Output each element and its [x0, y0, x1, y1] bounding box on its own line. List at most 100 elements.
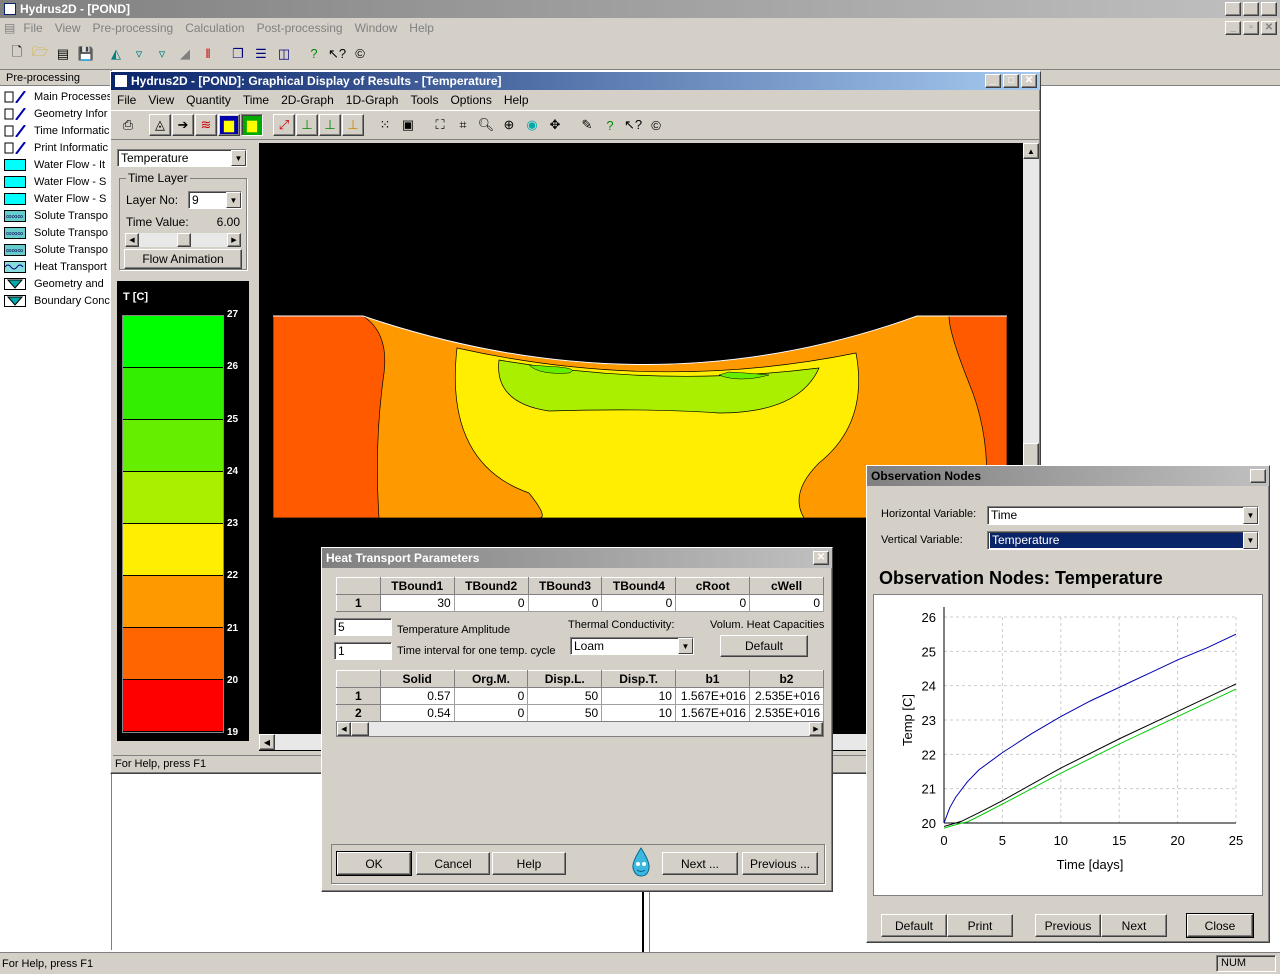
thermal-conductivity-select[interactable]: Loam ▼ [570, 637, 694, 655]
copyright-icon[interactable]: © [349, 43, 371, 65]
grid-points-icon[interactable]: ⁙ [374, 114, 396, 136]
table-cell[interactable]: 30 [379, 594, 455, 612]
default-button[interactable]: Default [720, 635, 808, 657]
obs-print-button[interactable]: Print [947, 914, 1013, 937]
sidebar-item[interactable]: Heat Transport [0, 258, 111, 275]
ok-button[interactable]: OK [336, 851, 412, 876]
sidebar-item[interactable]: Boundary Conc [0, 292, 111, 309]
graph-help-icon[interactable]: ? [599, 114, 621, 136]
cross-section-icon[interactable]: ⤢ [273, 114, 295, 136]
graph-menu-time[interactable]: Time [237, 93, 275, 107]
sidebar-item[interactable]: ∞∞∞ Solute Transpo [0, 241, 111, 258]
sidebar-item[interactable]: Geometry Infor [0, 105, 111, 122]
obs-close-dialog-button[interactable]: Close [1186, 913, 1254, 938]
menu-postprocessing[interactable]: Post-processing [251, 21, 349, 35]
graph-menu-1dgraph[interactable]: 1D-Graph [340, 93, 405, 107]
tbound-table[interactable]: TBound1 TBound2 TBound3 TBound4 cRoot cWell 1 3… [336, 577, 824, 612]
scroll-up-arrow-icon[interactable]: ▲ [1023, 143, 1039, 159]
pan-icon[interactable]: ✥ [544, 114, 566, 136]
zoom-out-icon[interactable]: ⊕ [498, 114, 520, 136]
layer-no-select[interactable]: 9 ▼ [188, 191, 242, 209]
material-table[interactable]: Solid Org.M. Disp.L. Disp.T. b1 b2 1 0.57 0 50 10 1… [336, 670, 825, 722]
graph-menu-options[interactable]: Options [444, 93, 497, 107]
zoom-circle-icon[interactable]: ◉ [521, 114, 543, 136]
table-cell[interactable]: 0 [601, 594, 677, 612]
cancel-button[interactable]: Cancel [416, 852, 490, 875]
graph-maximize-button[interactable]: □ [1003, 74, 1019, 88]
obs-next-button[interactable]: Next [1101, 914, 1167, 937]
table-cell[interactable]: 10 [601, 704, 676, 722]
sidebar-item[interactable]: Water Flow - S [0, 190, 111, 207]
slider-right-arrow-icon[interactable]: ▶ [227, 233, 241, 247]
obs-previous-button[interactable]: Previous [1035, 914, 1101, 937]
isolines-icon[interactable]: ≋ [195, 114, 217, 136]
menu-calculation[interactable]: Calculation [179, 21, 250, 35]
table-cell[interactable]: 1.567E+016 [674, 704, 750, 722]
arrow-display-icon[interactable]: ➔ [172, 114, 194, 136]
table-cell[interactable]: 50 [527, 704, 603, 722]
minimize-button[interactable]: _ [1225, 2, 1241, 16]
tile-vertical-icon[interactable]: ◫ [273, 43, 295, 65]
project-manager-icon[interactable]: ▤ [52, 43, 74, 65]
frame-icon[interactable]: ▣ [397, 114, 419, 136]
previous-button[interactable]: Previous ... [742, 852, 818, 875]
help-button[interactable]: Help [492, 852, 566, 875]
edit-pencil-icon[interactable]: ✎ [576, 114, 598, 136]
obs-close-button[interactable]: ✕ [1250, 469, 1266, 483]
table-cell[interactable]: 0.54 [379, 704, 455, 722]
sidebar-item[interactable]: Main Processes [0, 88, 111, 105]
zoom-in-icon[interactable]: 🔍︎ [475, 114, 497, 136]
context-help-icon[interactable]: ↖? [326, 43, 348, 65]
menu-file[interactable]: File [17, 21, 48, 35]
thermal-chevron-down-icon[interactable]: ▼ [678, 638, 693, 654]
menu-help[interactable]: Help [403, 21, 440, 35]
table-cell[interactable]: 50 [527, 687, 603, 705]
table-cell[interactable]: 2.535E+016 [748, 687, 825, 705]
table-cell[interactable]: 0 [527, 594, 603, 612]
graph-minimize-button[interactable]: _ [985, 74, 1001, 88]
table-cell[interactable]: 0 [675, 594, 751, 612]
table-cell[interactable]: 0.57 [379, 687, 455, 705]
hvar-chevron-down-icon[interactable]: ▼ [1243, 507, 1258, 524]
chevron-down-icon[interactable]: ▼ [231, 150, 246, 166]
graph-menu-2dgraph[interactable]: 2D-Graph [275, 93, 340, 107]
sidebar-item[interactable]: Print Informatic [0, 139, 111, 156]
zoom-fit-icon[interactable]: ⛶ [429, 114, 451, 136]
menu-view[interactable]: View [49, 21, 87, 35]
interval-input[interactable]: 1 [334, 642, 392, 660]
mat-scroll-right-icon[interactable]: ▶ [809, 722, 823, 736]
graph-copyright-icon[interactable]: © [645, 114, 667, 136]
graph-menu-view[interactable]: View [142, 93, 180, 107]
cascade-icon[interactable]: ❐ [227, 43, 249, 65]
color-spectrum-icon[interactable]: ▆ [218, 114, 240, 136]
sidebar-item[interactable]: Time Informatic [0, 122, 111, 139]
child-minimize-button[interactable]: _ [1225, 21, 1241, 35]
help-icon[interactable]: ? [303, 43, 325, 65]
heat-dialog-close-button[interactable]: ✕ [813, 551, 829, 565]
next-button[interactable]: Next ... [662, 852, 738, 875]
mat-scroll-thumb[interactable] [351, 722, 369, 736]
restore-button[interactable]: ▫ [1243, 2, 1259, 16]
boundary-tool-icon[interactable]: ▿ [151, 43, 173, 65]
geometry-tool-icon[interactable]: ◭ [105, 43, 127, 65]
hvar-select[interactable]: Time ▼ [987, 506, 1259, 525]
contour-fill-icon[interactable]: ▆ [241, 114, 263, 136]
slider-thumb[interactable] [177, 233, 191, 247]
mesh-tool-icon[interactable]: ◢ [174, 43, 196, 65]
obs-default-button[interactable]: Default [881, 914, 947, 937]
material-tool-icon[interactable]: ‖ [197, 43, 219, 65]
material-table-hscroll[interactable]: ◀ ▶ [336, 721, 824, 737]
flow-animation-button[interactable]: Flow Animation [124, 249, 242, 269]
layer-chevron-down-icon[interactable]: ▼ [226, 192, 241, 208]
graph-context-help-icon[interactable]: ↖? [622, 114, 644, 136]
table-cell[interactable]: 0 [453, 704, 529, 722]
open-folder-icon[interactable]: 🗁 [29, 43, 51, 65]
print-icon[interactable]: ⎙ [117, 114, 139, 136]
obs-node-graph-icon[interactable]: ⊥ [319, 114, 341, 136]
time-slider[interactable]: ◀ ▶ [125, 233, 241, 247]
vvar-chevron-down-icon[interactable]: ▼ [1243, 532, 1258, 549]
child-restore-button[interactable]: ▫ [1243, 21, 1259, 35]
child-close-button[interactable]: ✕ [1261, 21, 1277, 35]
menu-window[interactable]: Window [349, 21, 404, 35]
temp-amplitude-input[interactable]: 5 [334, 618, 392, 636]
